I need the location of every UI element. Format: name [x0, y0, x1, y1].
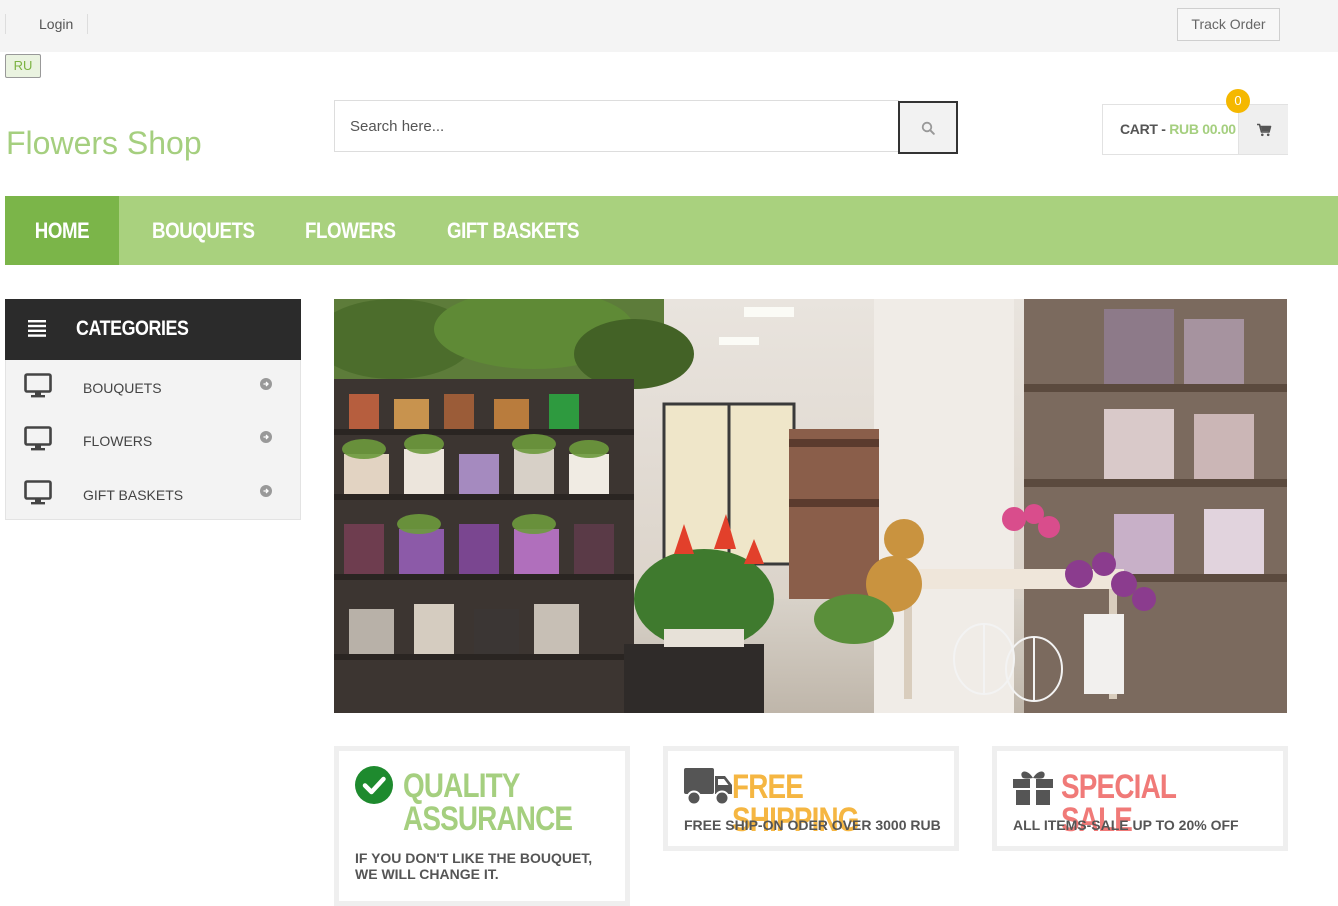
- monitor-icon: [24, 480, 52, 505]
- flower-shop-interior-image: [334, 299, 1287, 713]
- gift-icon: [1013, 771, 1053, 805]
- category-item-bouquets[interactable]: BOUQUETS: [6, 360, 300, 413]
- feature-title-line: ASSURANCE: [403, 800, 573, 838]
- feature-title: QUALITY ASSURANCE: [403, 767, 573, 838]
- category-label: GIFT BASKETS: [83, 487, 184, 503]
- feature-description: FREE SHIP-ON ODER OVER 3000 RUB: [684, 817, 941, 833]
- categories-title: CATEGORIES: [76, 317, 189, 340]
- check-circle-icon: [355, 766, 393, 804]
- categories-header[interactable]: CATEGORIES: [5, 299, 301, 360]
- category-label: BOUQUETS: [83, 380, 162, 396]
- category-item-flowers[interactable]: FLOWERS: [6, 413, 300, 466]
- nav-item-gift-baskets[interactable]: GIFT BASKETS: [447, 196, 579, 265]
- menu-icon: [28, 320, 46, 337]
- cart-count-badge: 0: [1226, 89, 1250, 113]
- main-nav: HOME BOUQUETS FLOWERS GIFT BASKETS: [5, 196, 1338, 265]
- search-bar: [334, 100, 958, 154]
- cart-button[interactable]: [1238, 105, 1288, 154]
- search-icon: [921, 121, 935, 135]
- cart-icon: [1256, 123, 1271, 136]
- nav-item-home-label: HOME: [34, 218, 90, 243]
- language-switch[interactable]: RU: [5, 54, 41, 78]
- arrow-right-icon: [260, 431, 272, 443]
- nav-item-home[interactable]: HOME: [5, 196, 119, 265]
- feature-special-sale: SPECIAL SALE ALL ITEMS-SALE UP TO 20% OF…: [992, 746, 1288, 851]
- nav-item-bouquets[interactable]: BOUQUETS: [152, 196, 255, 265]
- feature-description: IF YOU DON'T LIKE THE BOUQUET, WE WILL C…: [355, 850, 593, 882]
- search-input[interactable]: [334, 100, 899, 152]
- cart-amount: RUB 00.00: [1169, 121, 1236, 137]
- categories-list: BOUQUETS FLOWERS GIFT BASKETS: [5, 360, 301, 520]
- cart-label: CART -: [1120, 121, 1170, 137]
- arrow-right-icon: [260, 485, 272, 497]
- arrow-right-icon: [260, 378, 272, 390]
- nav-item-flowers[interactable]: FLOWERS: [305, 196, 396, 265]
- category-item-gift-baskets[interactable]: GIFT BASKETS: [6, 467, 300, 520]
- search-button[interactable]: [898, 101, 958, 154]
- feature-title-line: QUALITY: [403, 767, 520, 805]
- track-order-button[interactable]: Track Order: [1177, 8, 1280, 41]
- categories-sidebar: CATEGORIES BOUQUETS FLOWERS GIFT BASKETS: [5, 299, 301, 521]
- site-logo[interactable]: Flowers Shop: [6, 124, 202, 162]
- top-bar: Login Track Order: [0, 0, 1338, 52]
- feature-free-shipping: FREE SHIPPING FREE SHIP-ON ODER OVER 300…: [663, 746, 959, 851]
- feature-quality-assurance: QUALITY ASSURANCE IF YOU DON'T LIKE THE …: [334, 746, 630, 906]
- feature-description: ALL ITEMS-SALE UP TO 20% OFF: [1013, 817, 1239, 833]
- cart-summary: CART - RUB 00.00: [1120, 121, 1236, 137]
- cart-widget[interactable]: CART - RUB 00.00: [1102, 104, 1288, 155]
- monitor-icon: [24, 373, 52, 398]
- login-link[interactable]: Login: [5, 14, 88, 34]
- hero-banner-image[interactable]: [334, 299, 1287, 713]
- category-label: FLOWERS: [83, 433, 153, 449]
- monitor-icon: [24, 426, 52, 451]
- truck-icon: [684, 768, 732, 806]
